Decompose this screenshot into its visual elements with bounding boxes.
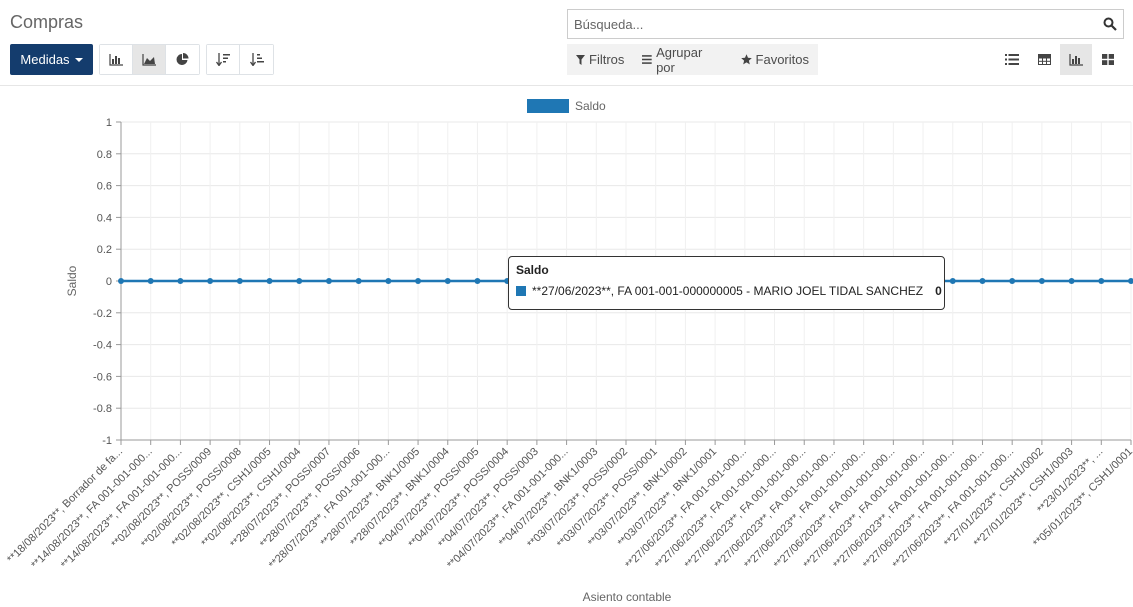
data-point[interactable] xyxy=(296,278,303,284)
x-axis-label: Asiento contable xyxy=(583,590,672,604)
y-tick-label: -1 xyxy=(102,435,112,447)
x-tick-label: **18/08/2023**, Borrador de fa... xyxy=(5,446,125,566)
bar-chart-icon[interactable] xyxy=(100,45,133,74)
data-point[interactable] xyxy=(1038,278,1045,284)
measures-button[interactable]: Medidas xyxy=(10,44,93,75)
filters-button[interactable]: Filtros xyxy=(567,44,633,75)
data-point[interactable] xyxy=(118,278,124,284)
data-point[interactable] xyxy=(147,278,154,284)
data-point[interactable] xyxy=(979,278,986,284)
pie-chart-icon[interactable] xyxy=(166,45,199,74)
search-icon[interactable] xyxy=(1103,17,1117,31)
tooltip-value: 0 xyxy=(935,284,942,298)
line-chart: 1 0.8 0.6 0.4 0.2 0 -0.2 -0.4 -0.6 -0.8 -1 **18/08… xyxy=(5,99,1133,604)
y-tick-label: 0.4 xyxy=(97,212,112,224)
y-tick-label: -0.4 xyxy=(93,340,112,352)
favorites-button[interactable]: Favoritos xyxy=(732,44,818,75)
data-point[interactable] xyxy=(385,278,392,284)
data-point[interactable] xyxy=(444,278,451,284)
y-tick-label: -0.8 xyxy=(93,403,112,415)
legend-swatch[interactable] xyxy=(527,99,569,113)
data-point[interactable] xyxy=(207,278,214,284)
filters-label: Filtros xyxy=(589,52,625,67)
page-title: Compras xyxy=(10,12,84,32)
control-panel: Compras Búsqueda... Medidas Filtros Agru… xyxy=(0,0,1133,86)
group-by-label: Agrupar por xyxy=(656,44,703,75)
list-view-icon[interactable] xyxy=(996,44,1028,75)
tooltip-swatch xyxy=(516,286,526,296)
data-point[interactable] xyxy=(415,278,422,284)
data-point[interactable] xyxy=(177,278,184,284)
view-switcher xyxy=(996,44,1124,75)
legend-label[interactable]: Saldo xyxy=(575,99,606,113)
group-by-button[interactable]: Agrupar por xyxy=(633,44,731,75)
caret-down-icon xyxy=(74,57,83,62)
filter-icon xyxy=(576,54,585,65)
sort-group xyxy=(206,44,274,75)
y-axis-label: Saldo xyxy=(65,265,79,296)
graph-view-icon[interactable] xyxy=(1060,44,1092,75)
y-tick-label: 0.8 xyxy=(97,149,112,161)
y-tick-label: 1 xyxy=(106,117,112,129)
data-point[interactable] xyxy=(1128,278,1133,284)
search-options: Filtros Agrupar por Favoritos xyxy=(567,44,818,75)
search-placeholder: Búsqueda... xyxy=(574,17,644,32)
y-tick-label: 0 xyxy=(106,276,112,288)
sort-ascending-icon[interactable] xyxy=(240,45,273,74)
search-input[interactable]: Búsqueda... xyxy=(567,9,1124,39)
data-point[interactable] xyxy=(1068,278,1075,284)
y-tick-label: 0.6 xyxy=(97,181,112,193)
x-tick-label: **14/08/2023**, FA 001-001-000... xyxy=(29,446,155,572)
tooltip-label: **27/06/2023**, FA 001-001-000000005 - M… xyxy=(532,284,924,298)
data-point[interactable] xyxy=(1098,278,1105,284)
data-point[interactable] xyxy=(325,278,332,284)
data-point[interactable] xyxy=(1009,278,1016,284)
data-point[interactable] xyxy=(236,278,243,284)
kanban-view-icon[interactable] xyxy=(1092,44,1124,75)
bars-icon xyxy=(642,55,653,64)
pivot-view-icon[interactable] xyxy=(1028,44,1060,75)
y-axis-ticks: 1 0.8 0.6 0.4 0.2 0 -0.2 -0.4 -0.6 -0.8 -1 xyxy=(93,117,122,447)
tooltip-title: Saldo xyxy=(516,263,549,277)
y-tick-label: 0.2 xyxy=(97,244,112,256)
data-point[interactable] xyxy=(474,278,481,284)
area-chart-icon[interactable] xyxy=(133,45,166,74)
tooltip-row: **27/06/2023**, FA 001-001-000000005 - M… xyxy=(516,284,942,298)
data-point[interactable] xyxy=(266,278,273,284)
sort-descending-icon[interactable] xyxy=(207,45,240,74)
favorites-label: Favoritos xyxy=(755,52,809,67)
x-tick-label: **14/08/2023**, FA 001-001-000... xyxy=(59,446,185,572)
data-point[interactable] xyxy=(355,278,362,284)
chart-tooltip: Saldo **27/06/2023**, FA 001-001-0000000… xyxy=(508,256,945,310)
y-tick-label: -0.2 xyxy=(93,308,112,320)
star-icon xyxy=(740,54,752,65)
chart-mode-group xyxy=(99,44,200,75)
x-axis-ticks: **18/08/2023**, Borrador de fa...**14/08… xyxy=(5,439,1133,572)
data-point[interactable] xyxy=(949,278,956,284)
y-tick-label: -0.6 xyxy=(93,371,112,383)
measures-label: Medidas xyxy=(20,52,70,67)
